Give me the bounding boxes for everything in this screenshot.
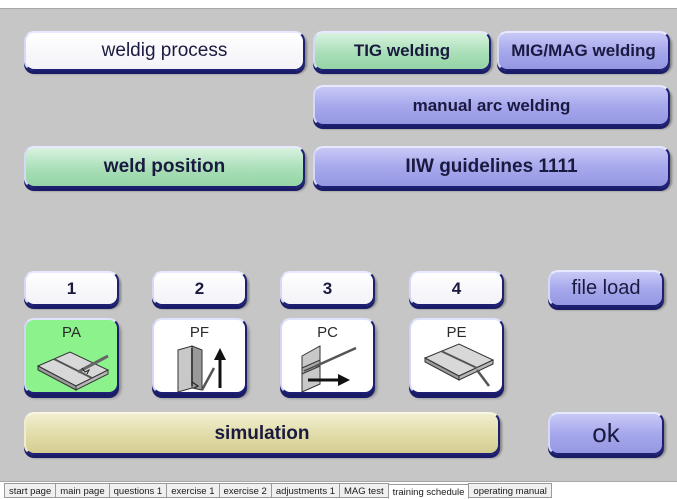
weld-position-button[interactable]: weld position — [24, 146, 305, 188]
position-pa-tile[interactable]: PA — [24, 318, 119, 394]
tab-adjustments-1[interactable]: adjustments 1 — [270, 483, 340, 498]
overhead-weld-icon — [423, 343, 495, 387]
top-border — [0, 0, 677, 9]
manual-arc-welding-button[interactable]: manual arc welding — [313, 85, 670, 126]
sheet-tabs: start page main page questions 1 exercis… — [4, 483, 552, 499]
tab-start-page[interactable]: start page — [4, 483, 57, 498]
position-pe-tile[interactable]: PE — [409, 318, 504, 394]
tab-operating-manual[interactable]: operating manual — [468, 483, 552, 498]
file-load-button[interactable]: file load — [548, 270, 664, 307]
welding-process-label: weldig process — [24, 31, 305, 71]
tig-welding-button[interactable]: TIG welding — [313, 31, 491, 71]
tab-exercise-1[interactable]: exercise 1 — [166, 483, 220, 498]
tab-mag-test[interactable]: MAG test — [339, 483, 389, 498]
tab-training-schedule[interactable]: training schedule — [387, 484, 470, 499]
position-pf-tile[interactable]: PF — [152, 318, 247, 394]
position-pc-tile[interactable]: PC — [280, 318, 375, 394]
flat-weld-icon — [36, 351, 110, 391]
tab-exercise-2[interactable]: exercise 2 — [218, 483, 272, 498]
simulation-button[interactable]: simulation — [24, 412, 500, 455]
horizontal-weld-icon — [301, 345, 357, 392]
iiw-guidelines-button[interactable]: IIW guidelines 1111 — [313, 146, 670, 188]
ok-button[interactable]: ok — [548, 412, 664, 455]
vertical-up-weld-icon — [177, 345, 226, 392]
position-number-4-button[interactable]: 4 — [409, 271, 504, 306]
position-number-2-button[interactable]: 2 — [152, 271, 247, 306]
mig-mag-welding-button[interactable]: MIG/MAG welding — [497, 31, 670, 71]
position-number-1-button[interactable]: 1 — [24, 271, 119, 306]
tab-questions-1[interactable]: questions 1 — [108, 483, 168, 498]
tab-main-page[interactable]: main page — [55, 483, 110, 498]
position-number-3-button[interactable]: 3 — [280, 271, 375, 306]
